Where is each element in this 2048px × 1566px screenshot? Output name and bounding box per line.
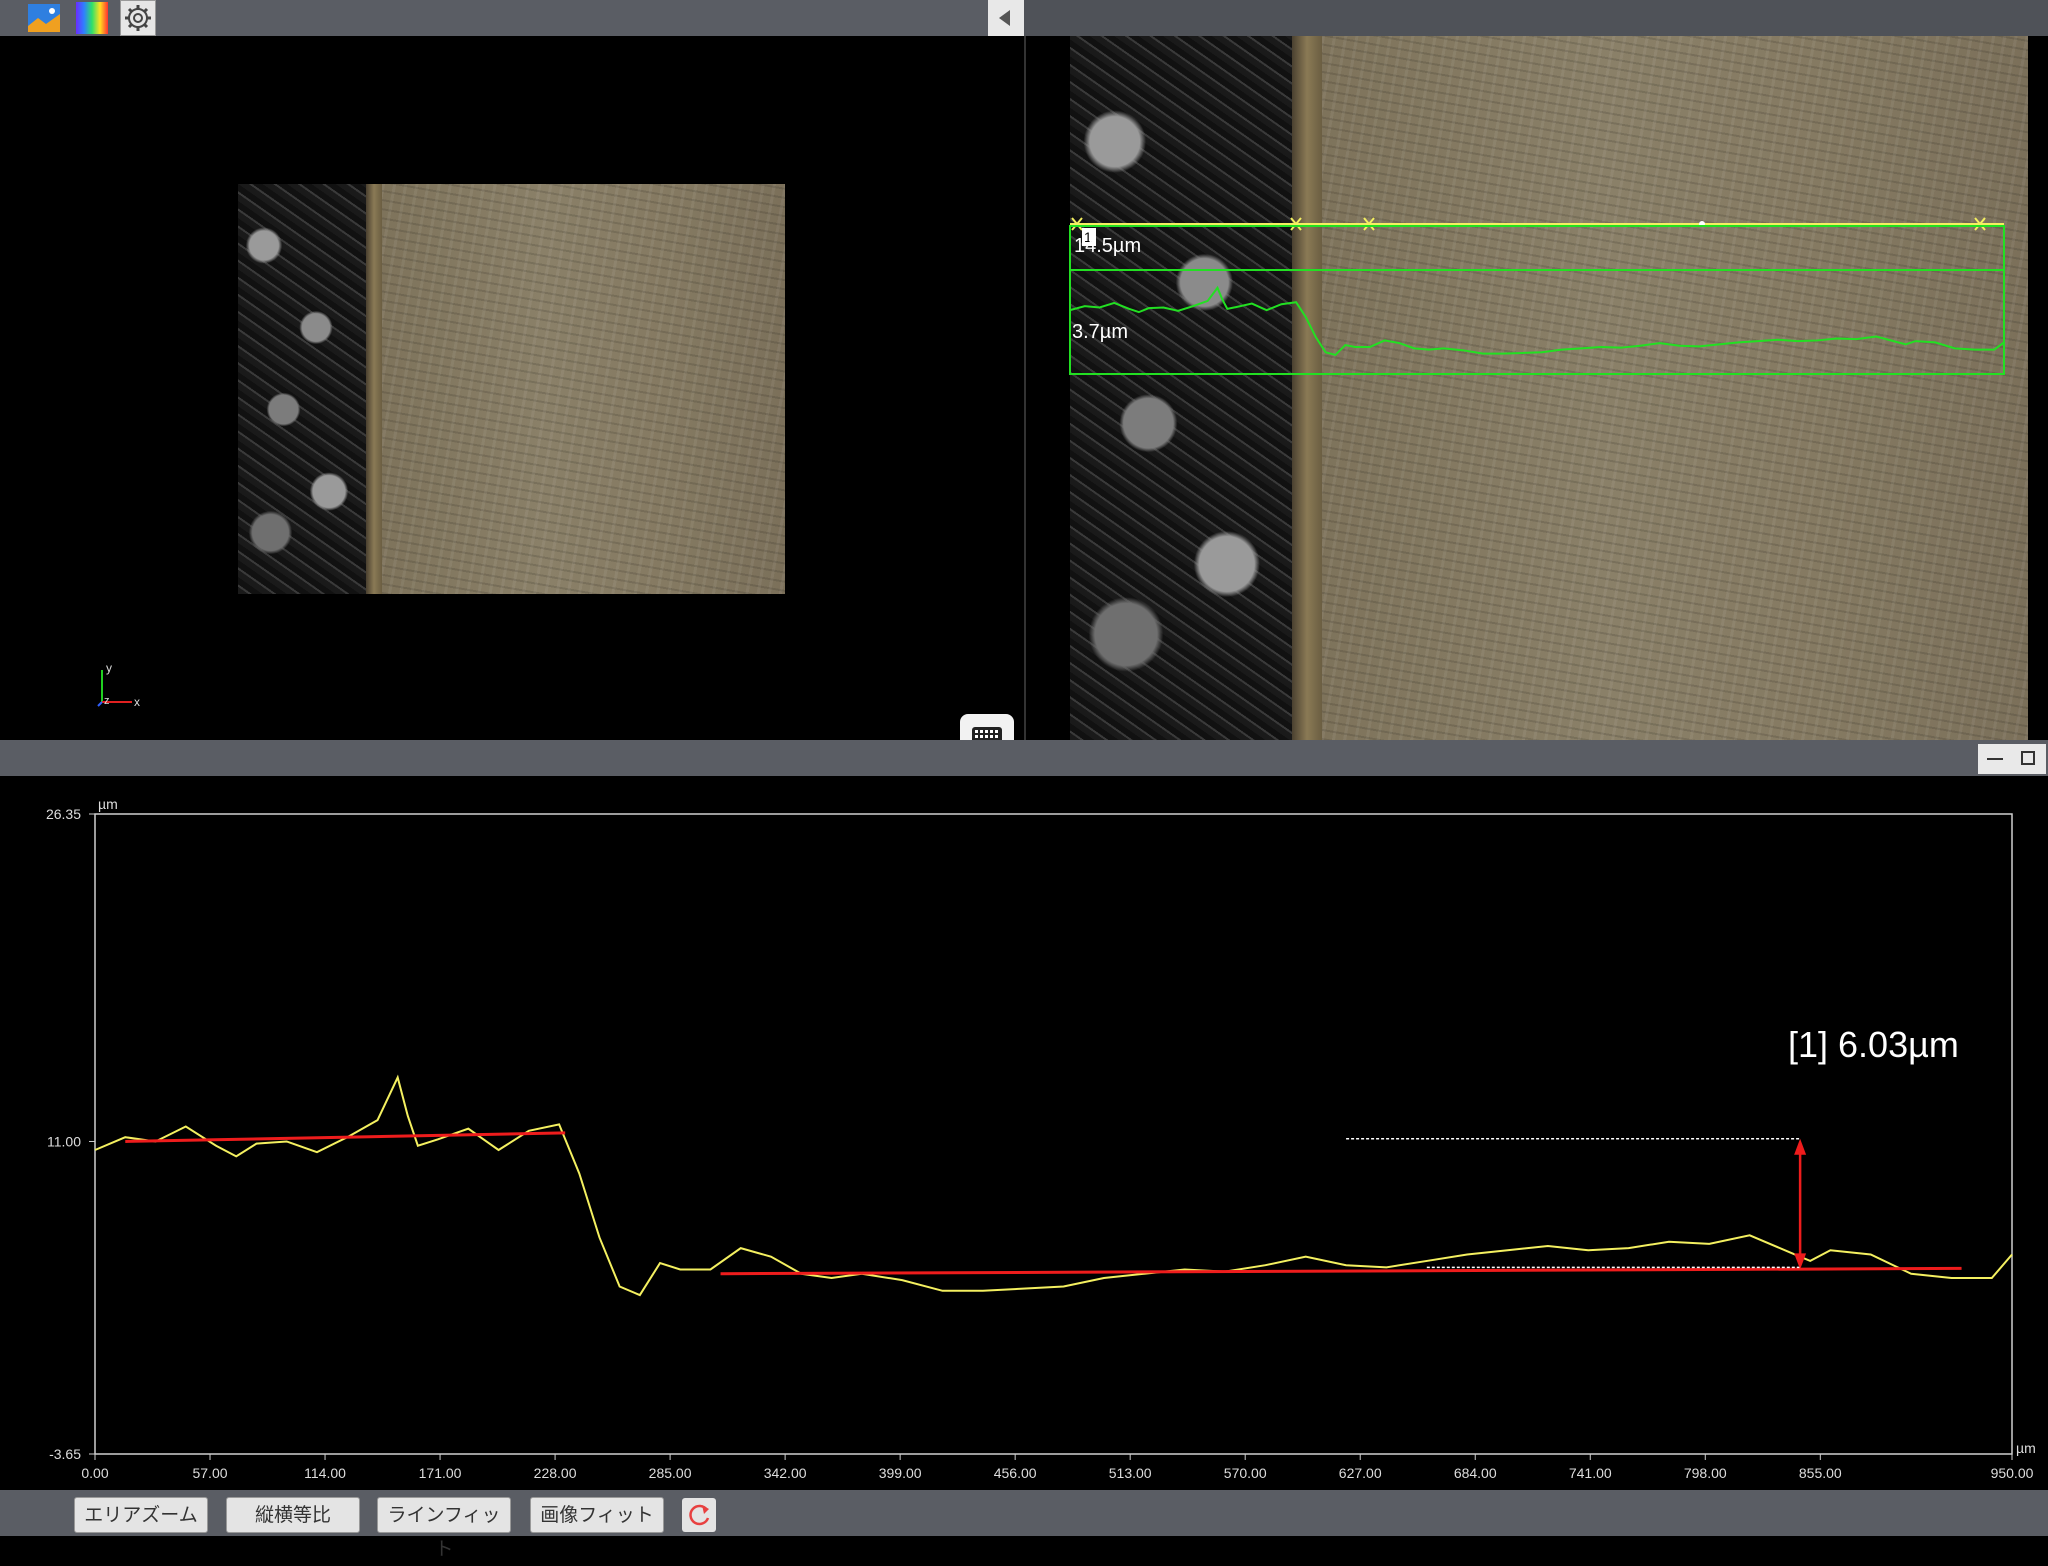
axis-z-label: z: [104, 695, 110, 707]
axis-x-label: x: [134, 695, 140, 708]
chart-frame: [94, 813, 2013, 1455]
area-zoom-button[interactable]: エリアズーム: [74, 1497, 208, 1533]
axis-y-label: y: [106, 662, 112, 675]
profile-chart[interactable]: 0.00 57.00 114.00 171.00 228.00 285.00 342.00 3…: [0, 776, 2048, 1490]
x-tick-label: 171.00: [419, 1465, 462, 1481]
fit-line-lower: [720, 1266, 1962, 1276]
measure-arrowhead-top: [1794, 1138, 1807, 1155]
profile-chart-plot: 0.00 57.00 114.00 171.00 228.00 285.00 342.00 3…: [46, 806, 2034, 1481]
x-tick-label: 570.00: [1224, 1465, 1267, 1481]
y-unit-label: µm: [98, 796, 118, 812]
x-tick-label: 0.00: [81, 1465, 108, 1481]
collapse-panel-button[interactable]: [988, 0, 1024, 36]
panel-divider[interactable]: [0, 740, 2048, 776]
image-fit-button[interactable]: 画像フィット: [530, 1497, 664, 1533]
x-tick-label: 684.00: [1454, 1465, 1497, 1481]
top-toolbar: [0, 0, 1024, 36]
minimize-button[interactable]: [1978, 744, 2012, 774]
gear-icon[interactable]: [120, 0, 156, 36]
image-mode-icon[interactable]: [26, 0, 62, 36]
x-tick-label: 798.00: [1684, 1465, 1727, 1481]
profile-overlay: 1 14.5µm 3.7µm: [1069, 217, 2005, 375]
reset-button[interactable]: [682, 1498, 716, 1532]
profile-trace: [1069, 285, 2005, 357]
y-tick-label: -3.65: [49, 1446, 81, 1462]
x-tick-label: 950.00: [1991, 1465, 2034, 1481]
y-tick-label: 26.35: [46, 806, 81, 822]
profile-viewport[interactable]: 1 14.5µm 3.7µm: [1024, 36, 2048, 740]
x-tick-label: 114.00: [304, 1465, 346, 1481]
upper-height-label: 14.5µm: [1074, 235, 1141, 257]
profile-series-line: [94, 1074, 2013, 1297]
refresh-icon: [689, 1504, 710, 1526]
aspect-ratio-button[interactable]: 縦横等比: [226, 1497, 360, 1533]
lower-height-label: 3.7µm: [1072, 321, 1128, 343]
measurement-label: [1] 6.03µm: [1788, 1024, 1959, 1065]
axis-indicator: y z x: [92, 661, 152, 709]
fit-line-upper: [125, 1131, 566, 1143]
x-tick-label: 513.00: [1109, 1465, 1152, 1481]
maximize-button[interactable]: [2012, 744, 2046, 774]
x-tick-label: 342.00: [764, 1465, 807, 1481]
color-map-icon[interactable]: [74, 0, 110, 36]
y-tick-label: 11.00: [47, 1133, 81, 1149]
x-tick-label: 228.00: [534, 1465, 577, 1481]
x-tick-label: 627.00: [1339, 1465, 1382, 1481]
measure-arrowhead-bottom: [1794, 1253, 1807, 1270]
x-tick-label: 741.00: [1569, 1465, 1612, 1481]
x-unit-label: µm: [2016, 1440, 2036, 1456]
x-tick-label: 456.00: [994, 1465, 1037, 1481]
x-tick-label: 285.00: [649, 1465, 692, 1481]
x-tick-label: 57.00: [192, 1465, 227, 1481]
top-toolbar-right: [1024, 0, 2048, 36]
sample-overview-image: [238, 184, 785, 594]
x-tick-label: 855.00: [1799, 1465, 1842, 1481]
overview-viewport[interactable]: y z x: [0, 36, 1024, 768]
line-fit-button[interactable]: ラインフィット: [377, 1497, 511, 1560]
x-tick-label: 399.00: [879, 1465, 922, 1481]
